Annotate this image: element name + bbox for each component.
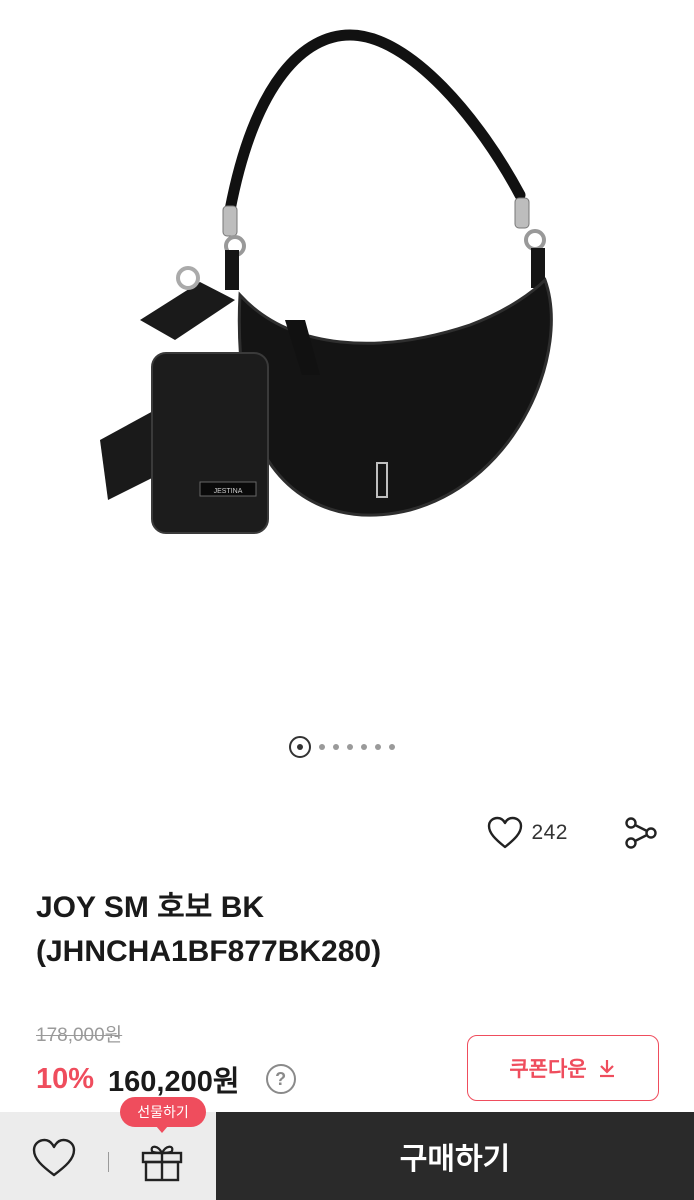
- product-code: (JHNCHA1BF877BK280): [36, 935, 382, 968]
- svg-text:JESTINA: JESTINA: [214, 488, 243, 495]
- pagination-dot[interactable]: [333, 744, 339, 750]
- sale-price: 160,200원: [108, 1066, 240, 1098]
- original-price: 178,000원: [36, 1025, 123, 1046]
- pagination-dot[interactable]: [361, 744, 367, 750]
- pagination-dot[interactable]: [347, 744, 353, 750]
- gift-tooltip: 선물하기: [120, 1097, 206, 1133]
- product-title: JOY SM 호보 BK (JHNCHA1BF877BK280): [36, 886, 656, 974]
- pagination-dot-active[interactable]: [289, 736, 311, 758]
- buy-button[interactable]: 구매하기: [216, 1112, 694, 1200]
- like-button[interactable]: 242: [487, 816, 568, 850]
- product-image-gallery[interactable]: JESTINA: [0, 0, 694, 720]
- gallery-pagination[interactable]: [0, 735, 694, 759]
- heart-icon[interactable]: [32, 1138, 76, 1178]
- divider: [108, 1152, 109, 1172]
- product-actions: 242: [487, 816, 658, 850]
- coupon-label: 쿠폰다운: [509, 1058, 587, 1081]
- product-image: JESTINA: [100, 29, 553, 534]
- pagination-dot[interactable]: [319, 744, 325, 750]
- price-row: 10% 160,200원 ?: [36, 1058, 296, 1100]
- coupon-download-button[interactable]: 쿠폰다운: [467, 1035, 659, 1101]
- share-icon[interactable]: [624, 816, 658, 850]
- discount-rate: 10%: [36, 1062, 95, 1095]
- pagination-dot[interactable]: [389, 744, 395, 750]
- download-icon: [599, 1060, 614, 1078]
- gift-icon[interactable]: [140, 1142, 184, 1182]
- pagination-dot[interactable]: [375, 744, 381, 750]
- like-count: 242: [531, 821, 568, 844]
- price-help-icon[interactable]: ?: [265, 1064, 296, 1094]
- bottom-action-bar: 구매하기: [0, 1112, 694, 1200]
- product-name: JOY SM 호보 BK: [36, 891, 265, 924]
- heart-icon: [488, 816, 523, 849]
